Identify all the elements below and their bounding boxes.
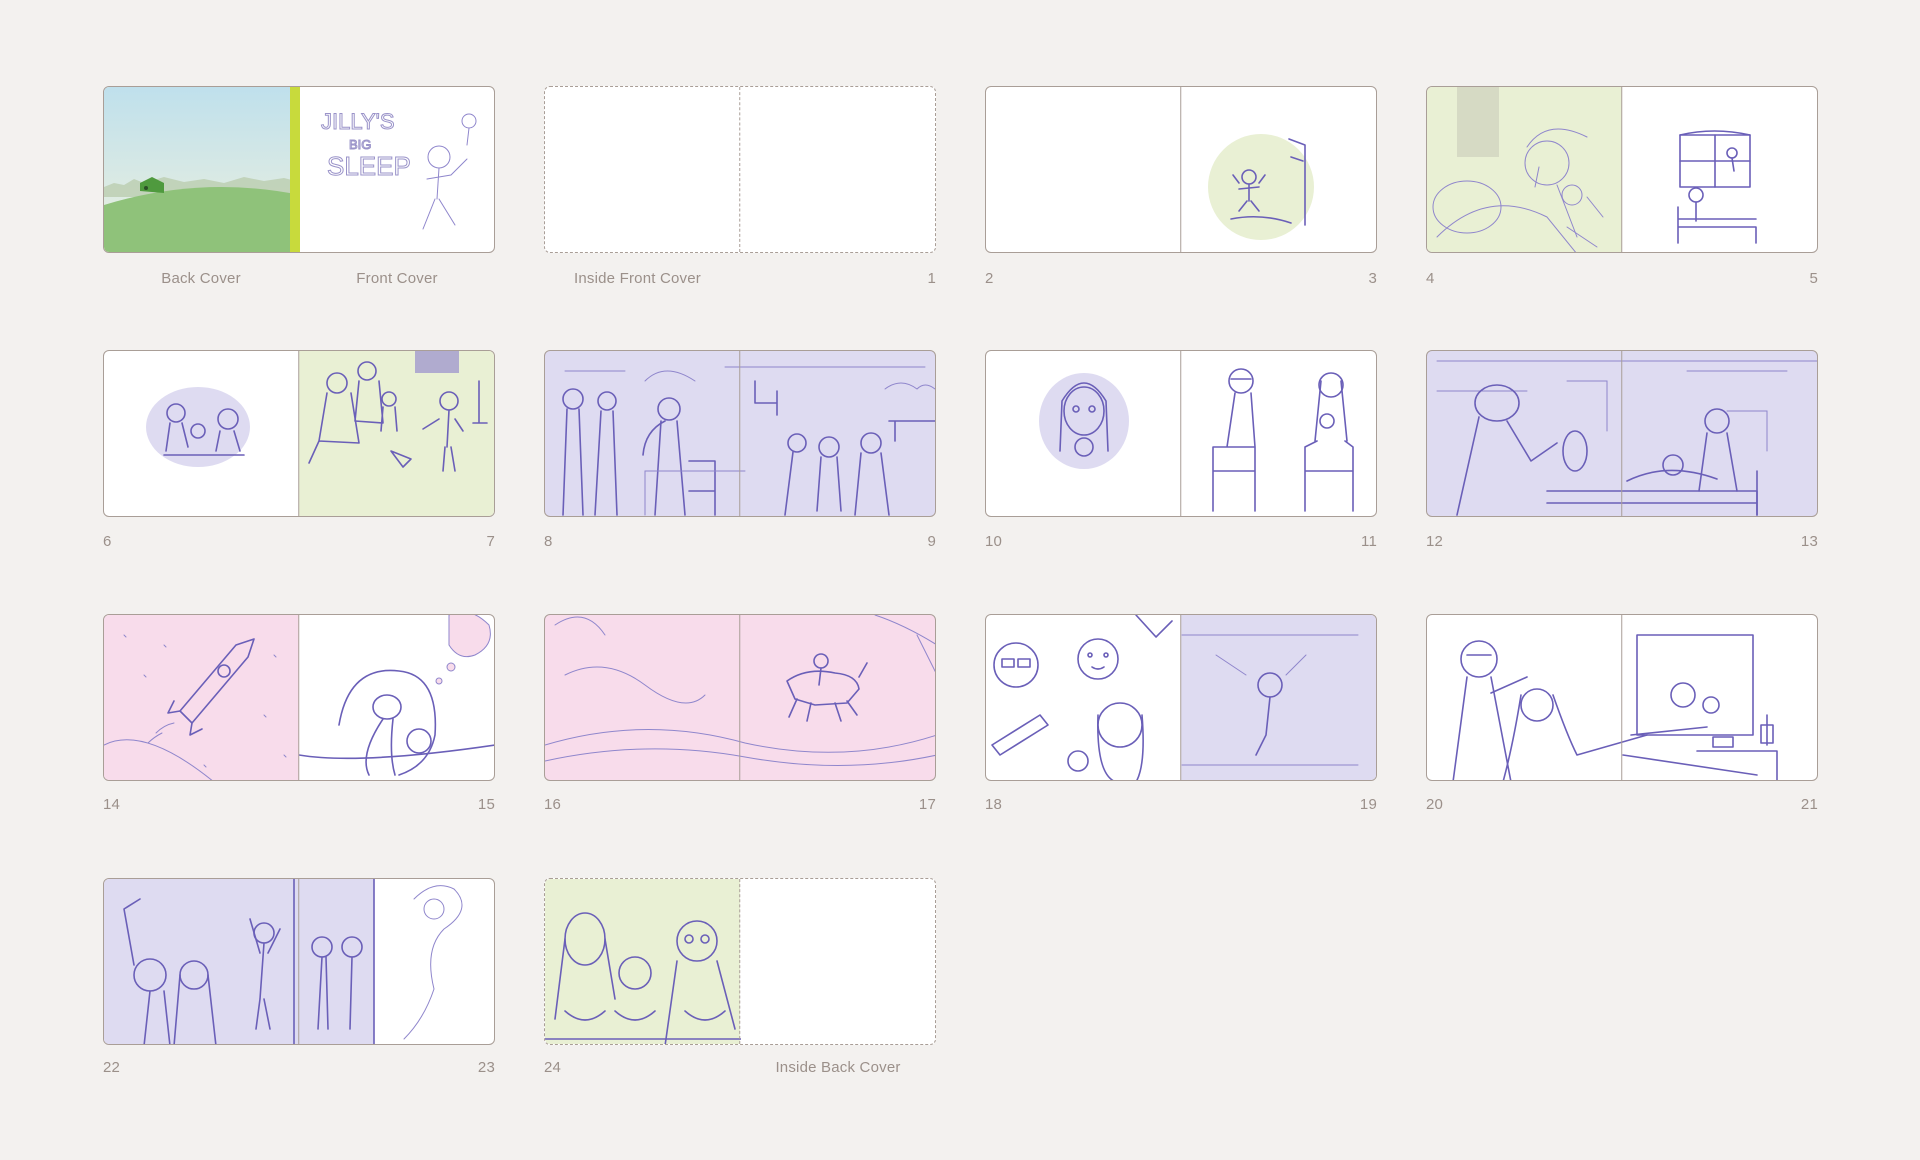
spread-2-3[interactable] (985, 86, 1377, 253)
label-page-12: 12 (1426, 533, 1444, 550)
spread-gutter (1180, 87, 1182, 252)
label-page-17: 17 (918, 796, 936, 813)
spread-gutter (1180, 351, 1182, 516)
back-cover-page (104, 87, 300, 252)
spread-inside-front-cover[interactable] (544, 86, 936, 253)
spread-20-21-illustration (1452, 634, 1778, 780)
page-24-illustration (545, 912, 741, 1044)
page-11-illustration (1212, 368, 1354, 512)
spread-gutter (1180, 615, 1182, 780)
cover-title-line2: BIG (349, 137, 371, 152)
spread-gutter (739, 87, 741, 252)
page-14 (104, 615, 299, 780)
spread-6-7[interactable] (103, 350, 495, 517)
page-5 (1622, 87, 1817, 252)
page-4-illustration (1432, 87, 1604, 252)
back-cover-illustration (104, 87, 300, 252)
label-front-cover: Front Cover (356, 270, 438, 287)
label-page-8: 8 (544, 533, 553, 550)
label-page-24: 24 (544, 1059, 562, 1076)
page-15 (299, 615, 494, 780)
spread-gutter (1621, 615, 1623, 780)
page-4 (1427, 87, 1622, 252)
label-page-23: 23 (477, 1059, 495, 1076)
spread-gutter (739, 351, 741, 516)
storyboard-board: JILLY'S BIG SLEEP Back Cover Front Cover… (0, 0, 1920, 1160)
spread-18-19-illustration (991, 615, 1359, 780)
spread-10-11[interactable] (985, 350, 1377, 517)
spread-16-17[interactable] (544, 614, 936, 781)
spread-covers[interactable]: JILLY'S BIG SLEEP (103, 86, 495, 253)
label-page-14: 14 (103, 796, 121, 813)
label-page-21: 21 (1800, 796, 1818, 813)
label-page-13: 13 (1800, 533, 1818, 550)
spread-8-9-illustration (562, 366, 935, 516)
front-cover-illustration: JILLY'S BIG SLEEP (321, 109, 477, 230)
label-page-7: 7 (486, 533, 495, 550)
page-10 (986, 351, 1181, 516)
label-back-cover: Back Cover (161, 270, 241, 287)
spread-gutter (298, 879, 300, 1044)
page-10-illustration (1039, 373, 1129, 469)
label-page-10: 10 (985, 533, 1003, 550)
spread-4-5[interactable] (1426, 86, 1818, 253)
page-3 (1181, 87, 1376, 252)
page-5-illustration (1677, 130, 1757, 244)
label-inside-front-cover: Inside Front Cover (574, 270, 701, 287)
label-page-11: 11 (1361, 533, 1377, 550)
spread-12-13[interactable] (1426, 350, 1818, 517)
page-7 (299, 351, 494, 516)
page-6 (104, 351, 299, 516)
label-page-22: 22 (103, 1059, 121, 1076)
label-page-20: 20 (1426, 796, 1444, 813)
spread-24-inside-back-cover[interactable] (544, 878, 936, 1045)
page-15-illustration (299, 615, 494, 776)
label-page-2: 2 (985, 270, 994, 287)
label-page-16: 16 (544, 796, 562, 813)
page-14-illustration (104, 634, 287, 780)
label-page-19: 19 (1359, 796, 1377, 813)
spread-gutter (298, 615, 300, 780)
spread-gutter (739, 615, 741, 780)
label-page-15: 15 (477, 796, 495, 813)
spread-12-13-illustration (1436, 360, 1817, 516)
spread-22-23[interactable] (103, 878, 495, 1045)
spread-gutter (739, 879, 741, 1044)
label-page-3: 3 (1368, 270, 1377, 287)
spread-20-21[interactable] (1426, 614, 1818, 781)
label-page-18: 18 (985, 796, 1003, 813)
spread-18-19[interactable] (985, 614, 1377, 781)
front-cover-page: JILLY'S BIG SLEEP (299, 87, 494, 252)
spread-gutter (1621, 351, 1623, 516)
label-page-5: 5 (1809, 270, 1818, 287)
spread-16-17-illustration (545, 615, 935, 766)
spread-14-15[interactable] (103, 614, 495, 781)
spread-gutter (1621, 87, 1623, 252)
spread-8-9[interactable] (544, 350, 936, 517)
spread-22-23-illustration (123, 879, 463, 1044)
cover-title-line3: SLEEP (327, 151, 411, 181)
spread-gutter (298, 351, 300, 516)
label-inside-back-cover: Inside Back Cover (775, 1059, 901, 1076)
page-6-illustration (146, 387, 250, 467)
label-page-1: 1 (927, 270, 936, 287)
page-24 (545, 879, 741, 1044)
page-3-illustration (1208, 134, 1314, 240)
cover-title-line1: JILLY'S (321, 109, 395, 134)
label-page-6: 6 (103, 533, 112, 550)
page-7-illustration (308, 351, 488, 472)
label-page-4: 4 (1426, 270, 1435, 287)
page-11 (1181, 351, 1376, 516)
label-page-9: 9 (927, 533, 936, 550)
